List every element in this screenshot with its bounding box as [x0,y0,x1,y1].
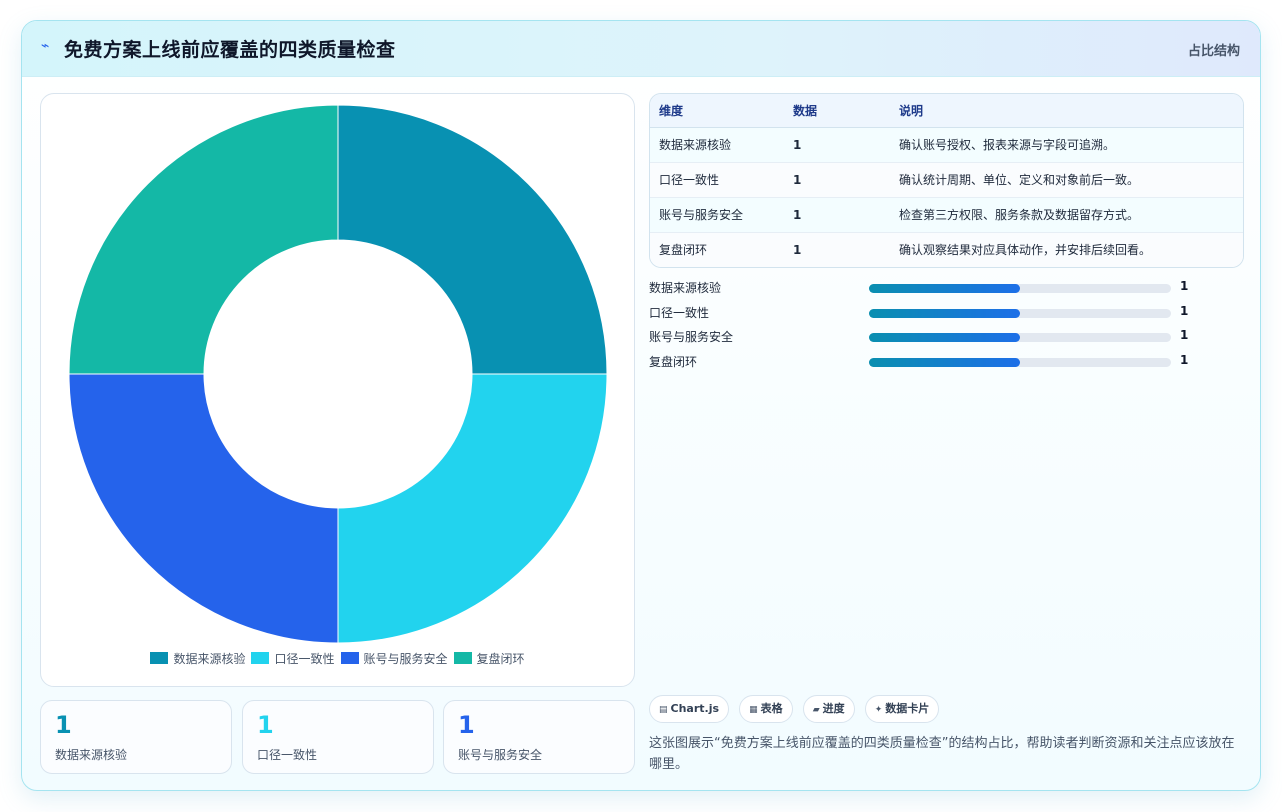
chip-progress[interactable]: ▰ 进度 [802,695,855,723]
table-row: 数据来源核验 1 确认账号授权、报表来源与字段可追溯。 [650,127,1243,163]
chart-legend: 数据来源核验 口径一致性 账号与服务安全 复盘闭环 [41,650,634,667]
doughnut-chart[interactable] [41,94,636,644]
progress-value: 1 [1180,328,1189,342]
chip-label: 进度 [822,702,845,715]
chip-label: 表格 [760,702,783,715]
chip-data-card[interactable]: ✦ 数据卡片 [864,695,940,723]
table-cell: 数据来源核验 [650,127,793,163]
pulse-icon: ⌁ [41,38,50,54]
legend-swatch [150,652,169,664]
chip-chartjs[interactable]: ▤ Chart.js [649,695,730,723]
progress-value: 1 [1180,279,1189,293]
chip-label: Chart.js [670,702,720,715]
kpi-label: 账号与服务安全 [458,748,543,762]
progress-track [869,357,1171,367]
table-cell: 1 [793,162,899,198]
data-table: 维度 数据 说明 数据来源核验 1 确认账号授权、报表来源与字段可追溯。 口径一… [650,94,1243,267]
progress-fill [869,357,1020,367]
chart-description: 这张图展示“免费方案上线前应覆盖的四类质量检查”的结构占比，帮助读者判断资源和关… [649,736,1235,772]
doughnut-slice[interactable] [68,373,339,644]
table-cell: 确认账号授权、报表来源与字段可追溯。 [899,127,1243,163]
legend-swatch [453,652,472,664]
tag-chips: ▤ Chart.js ▦ 表格 ▰ 进度 ✦ 数据卡片 [649,695,944,723]
progress-track [869,333,1171,342]
table-cell: 1 [793,197,899,233]
page-title: 免费方案上线前应覆盖的四类质量检查 [64,39,396,61]
progress-row: 数据来源核验 1 [649,277,1244,302]
doughnut-slice[interactable] [68,104,339,375]
progress-value: 1 [1180,303,1189,318]
progress-label: 数据来源核验 [649,281,722,295]
kpi-label: 数据来源核验 [55,748,128,762]
progress-label: 账号与服务安全 [649,330,734,344]
progress-fill [869,308,1020,318]
legend-label: 数据来源核验 [173,652,246,666]
legend-label: 口径一致性 [274,652,335,666]
chip-table[interactable]: ▦ 表格 [739,695,793,723]
kpi-card: 1 数据来源核验 [40,700,232,774]
table-cell: 检查第三方权限、服务条款及数据留存方式。 [899,197,1243,233]
table-cell: 1 [793,127,899,163]
kpi-card: 1 口径一致性 [242,700,434,774]
table-cell: 口径一致性 [650,162,793,198]
column-header: 说明 [899,94,1243,128]
legend-item[interactable]: 复盘闭环 [453,650,525,667]
legend-item[interactable]: 账号与服务安全 [340,650,448,667]
table-cell: 账号与服务安全 [650,197,793,233]
kpi-card: 1 账号与服务安全 [443,700,635,774]
legend-label: 账号与服务安全 [363,652,448,666]
progress-list: 数据来源核验 1 口径一致性 1 账号与服务安全 1 复盘闭环 1 [649,277,1244,375]
legend-label: 复盘闭环 [476,652,525,666]
card-header: ⌁ 免费方案上线前应覆盖的四类质量检查 占比结构 [22,21,1260,77]
progress-label: 口径一致性 [649,305,710,320]
progress-value: 1 [1180,352,1189,367]
doughnut-slice[interactable] [337,104,608,375]
chart-type-badge: 占比结构 [1187,44,1240,59]
progress-icon: ▰ [812,705,820,715]
kpi-value: 1 [458,711,475,739]
column-header: 数据 [793,94,899,128]
table-cell: 1 [793,232,899,267]
legend-item[interactable]: 口径一致性 [251,650,335,667]
table-row: 账号与服务安全 1 检查第三方权限、服务条款及数据留存方式。 [650,197,1243,233]
chip-label: 数据卡片 [885,702,930,715]
chart-icon: ▤ [659,705,668,715]
table-header-row: 维度 数据 说明 [650,94,1243,128]
progress-track [869,308,1171,318]
table-cell: 确认统计周期、单位、定义和对象前后一致。 [899,162,1243,198]
doughnut-chart-panel: 数据来源核验 口径一致性 账号与服务安全 复盘闭环 [40,93,635,687]
kpi-value: 1 [257,711,274,739]
progress-fill [869,284,1020,293]
doughnut-slice[interactable] [337,373,608,644]
column-header: 维度 [650,94,793,128]
progress-track [869,284,1171,293]
table-row: 口径一致性 1 确认统计周期、单位、定义和对象前后一致。 [650,162,1243,198]
progress-row: 口径一致性 1 [649,302,1244,327]
progress-row: 账号与服务安全 1 [649,326,1244,351]
table-cell: 确认观察结果对应具体动作，并安排后续回看。 [899,232,1243,267]
progress-label: 复盘闭环 [649,354,698,369]
progress-row: 复盘闭环 1 [649,351,1244,376]
kpi-label: 口径一致性 [257,748,318,762]
kpi-value: 1 [55,711,72,739]
sparkle-icon: ✦ [874,705,883,715]
data-table-panel: 维度 数据 说明 数据来源核验 1 确认账号授权、报表来源与字段可追溯。 口径一… [649,93,1244,268]
legend-item[interactable]: 数据来源核验 [150,650,245,667]
legend-swatch [340,652,359,664]
dashboard-card: ⌁ 免费方案上线前应覆盖的四类质量检查 占比结构 数据来源核验 口径一致性 账号与服… [21,20,1261,791]
table-cell: 复盘闭环 [650,232,793,267]
legend-swatch [251,652,270,664]
table-row: 复盘闭环 1 确认观察结果对应具体动作，并安排后续回看。 [650,232,1243,267]
progress-fill [869,333,1020,342]
table-icon: ▦ [749,705,758,715]
